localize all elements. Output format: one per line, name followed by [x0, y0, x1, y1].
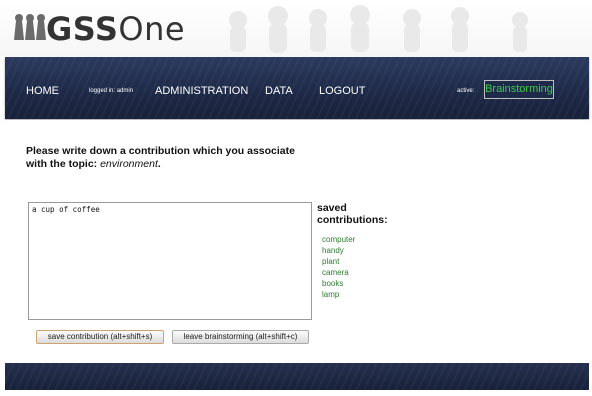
contribution-input[interactable]: a cup of coffee	[28, 202, 312, 320]
main-nav-bar: HOME logged in: admin ADMINISTRATION DAT…	[5, 57, 589, 119]
logo-keyhole-icon	[14, 14, 46, 40]
list-item: camera	[322, 268, 349, 277]
app-logo-text: GSSOne	[46, 12, 185, 46]
list-item: lamp	[322, 290, 340, 299]
saved-title-line-2: contributions:	[317, 214, 388, 226]
prompt-line-2-prefix: with the topic:	[26, 158, 101, 170]
list-item: books	[322, 279, 344, 288]
active-label: active:	[457, 88, 475, 94]
nav-home-link[interactable]: HOME	[26, 84, 59, 98]
saved-contributions-list: computer handy plant camera books lamp	[322, 234, 355, 300]
list-item: computer	[322, 235, 356, 244]
list-item: handy	[322, 246, 344, 255]
prompt-line-2-suffix: .	[157, 158, 161, 170]
nav-administration-link[interactable]: ADMINISTRATION	[155, 84, 248, 98]
logo-text-light: One	[118, 10, 186, 48]
list-item: plant	[322, 257, 340, 266]
nav-logout-link[interactable]: LOGOUT	[319, 84, 365, 98]
save-contribution-button[interactable]: save contribution (alt+shift+s)	[36, 330, 164, 344]
saved-title-line-1: saved	[317, 202, 347, 214]
contribution-prompt: Please write down a contribution which y…	[26, 145, 326, 171]
nav-data-link[interactable]: DATA	[265, 84, 293, 98]
leave-brainstorming-button[interactable]: leave brainstorming (alt+shift+c)	[172, 330, 309, 344]
prompt-line-1: Please write down a contribution which y…	[26, 145, 295, 157]
active-module-badge[interactable]: Brainstorming	[484, 80, 554, 99]
logo-text-bold: GSS	[46, 10, 119, 48]
topic-text: environment	[100, 158, 158, 170]
header: GSSOne	[0, 0, 592, 56]
saved-contributions-title: saved contributions:	[317, 202, 388, 226]
brainstorming-panel: Please write down a contribution which y…	[5, 120, 589, 362]
logged-in-label: logged in: admin	[89, 88, 134, 94]
footer-bar	[5, 363, 589, 390]
